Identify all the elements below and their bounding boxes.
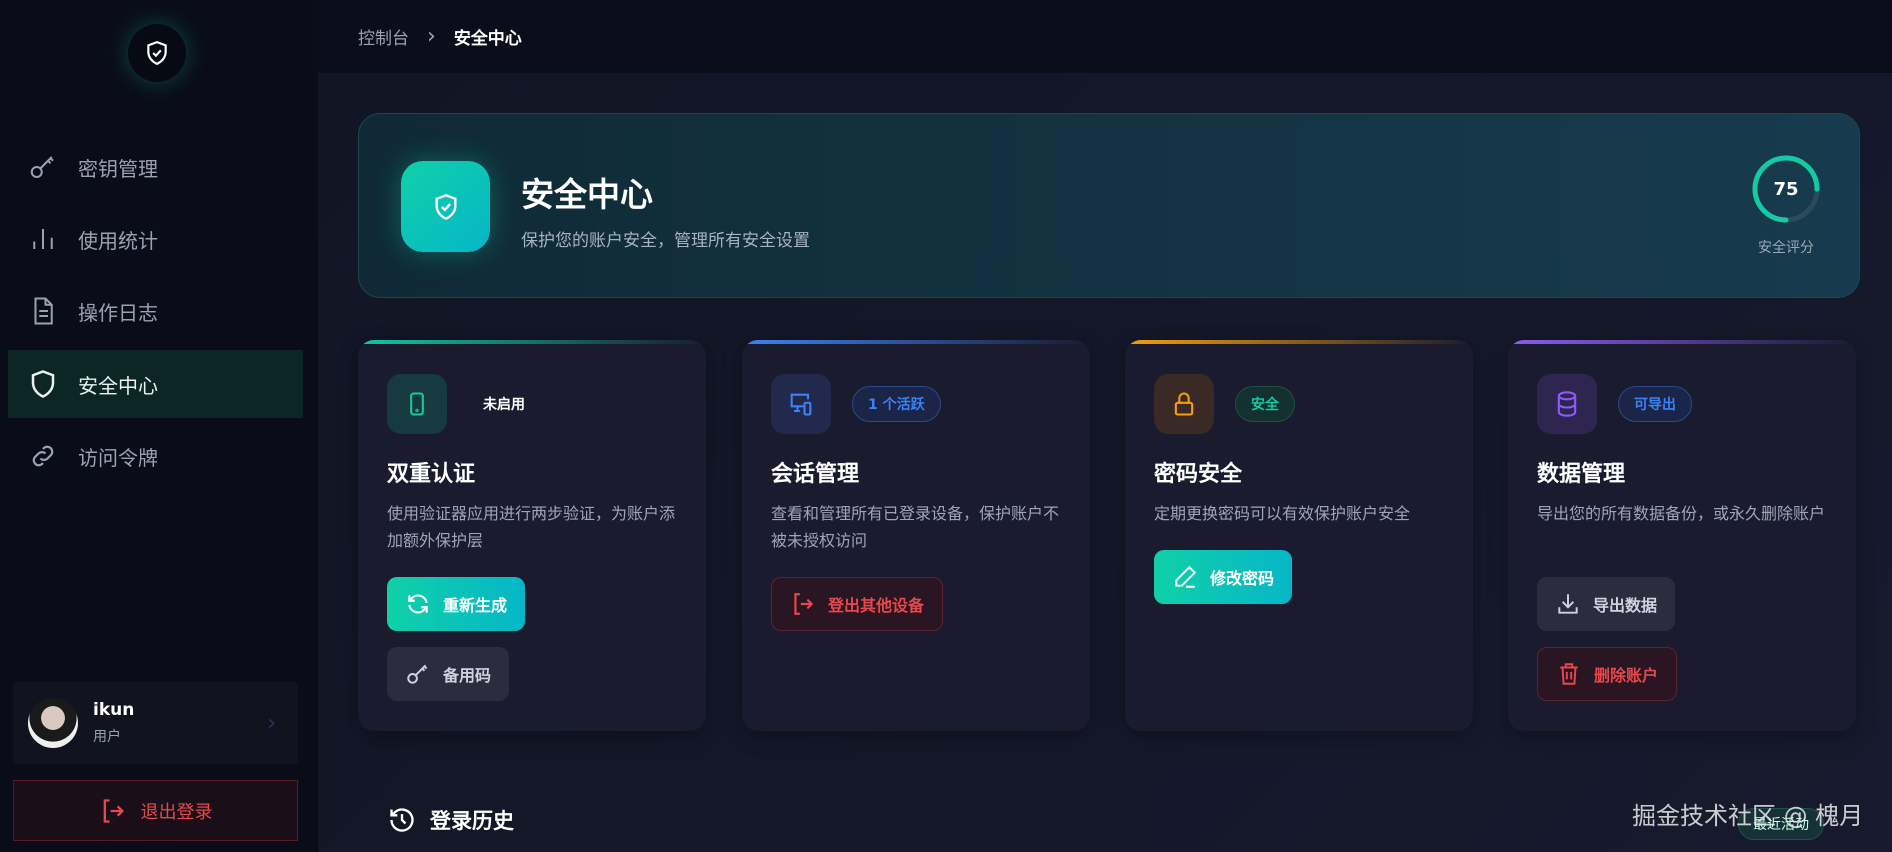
sidebar-item-label: 密钥管理 [78, 156, 158, 181]
breadcrumb-parent[interactable]: 控制台 [358, 24, 409, 49]
sidebar-item-keys[interactable]: 密钥管理 [8, 133, 303, 201]
sidebar-item-label: 操作日志 [78, 300, 158, 325]
status-badge: 安全 [1235, 386, 1295, 422]
breadcrumb: 控制台 › 安全中心 [318, 0, 1892, 73]
security-score-value: 75 [1773, 178, 1799, 200]
sidebar-item-stats[interactable]: 使用统计 [8, 205, 303, 273]
user-card[interactable]: ikun 用户 › [13, 682, 298, 764]
sidebar: 密钥管理 使用统计 操作日志 安全中心 访问令牌 ikun 用户 › 退出登录 [0, 0, 318, 852]
avatar [28, 698, 78, 748]
chevron-right-icon: › [267, 710, 276, 736]
refresh-icon [408, 594, 428, 614]
page-subtitle: 保护您的账户安全，管理所有安全设置 [521, 231, 810, 251]
logout-button[interactable]: 退出登录 [13, 780, 298, 841]
page-title: 安全中心 [521, 175, 653, 214]
export-data-button[interactable]: 导出数据 [1537, 577, 1676, 631]
devices-icon [771, 374, 831, 434]
card-description: 导出您的所有数据备份，或永久删除账户 [1537, 504, 1826, 523]
document-icon [34, 297, 53, 325]
logout-icon [103, 798, 124, 823]
history-icon [390, 808, 414, 832]
status-badge: 可导出 [1618, 386, 1692, 422]
button-label: 备用码 [443, 666, 492, 685]
watermark: 掘金技术社区 @ 槐月 [1632, 802, 1864, 830]
security-score-label: 安全评分 [1758, 240, 1814, 256]
breadcrumb-current: 安全中心 [453, 29, 522, 49]
hero-card: 安全中心 保护您的账户安全，管理所有安全设置 75 安全评分 [358, 113, 1860, 298]
logout-other-devices-button[interactable]: 登出其他设备 [771, 577, 944, 631]
change-password-button[interactable]: 修改密码 [1154, 550, 1293, 604]
button-label: 修改密码 [1210, 569, 1275, 588]
backup-codes-button[interactable]: 备用码 [387, 647, 510, 701]
key-icon [407, 664, 428, 684]
logo-shield-icon [128, 24, 186, 82]
delete-account-button[interactable]: 删除账户 [1537, 647, 1678, 701]
card-title: 数据管理 [1537, 462, 1626, 487]
login-history-heading: 登录历史 [388, 805, 514, 835]
link-icon [32, 445, 54, 467]
card-description: 定期更换密码可以有效保护账户安全 [1154, 504, 1411, 523]
sidebar-item-label: 安全中心 [78, 373, 158, 398]
key-icon [30, 156, 54, 178]
phone-icon [387, 374, 447, 434]
lock-icon [1154, 374, 1214, 434]
section-title: 登录历史 [430, 809, 514, 833]
sidebar-item-tokens[interactable]: 访问令牌 [8, 422, 303, 490]
button-label: 重新生成 [443, 596, 508, 615]
logout-icon [794, 593, 814, 615]
button-label: 导出数据 [1593, 596, 1658, 615]
user-name: ikun [93, 700, 135, 720]
card-password: 安全 密码安全 定期更换密码可以有效保护账户安全 修改密码 [1125, 340, 1473, 731]
sidebar-item-label: 使用统计 [78, 228, 158, 253]
button-label: 登出其他设备 [828, 596, 925, 615]
sidebar-item-label: 访问令牌 [78, 445, 158, 470]
shield-check-icon [401, 161, 490, 252]
card-sessions: 1 个活跃 会话管理 查看和管理所有已登录设备，保护账户不被未授权访问 登出其他… [742, 340, 1090, 731]
button-label: 删除账户 [1594, 666, 1659, 685]
card-title: 会话管理 [771, 462, 860, 487]
bar-chart-icon [33, 229, 53, 249]
status-badge: 未启用 [483, 397, 525, 413]
download-icon [1558, 594, 1578, 614]
chevron-right-icon: › [427, 24, 436, 49]
card-two-factor: 未启用 双重认证 使用验证器应用进行两步验证，为账户添加额外保护层 重新生成 备… [358, 340, 706, 731]
shield-icon [31, 370, 55, 398]
logout-label: 退出登录 [140, 801, 213, 823]
card-description: 查看和管理所有已登录设备，保护账户不被未授权访问 [771, 504, 1060, 550]
trash-icon [1560, 663, 1578, 685]
card-description: 使用验证器应用进行两步验证，为账户添加额外保护层 [387, 504, 676, 550]
status-badge: 1 个活跃 [852, 386, 941, 422]
sidebar-item-logs[interactable]: 操作日志 [8, 277, 303, 345]
database-icon [1537, 374, 1597, 434]
pencil-icon [1175, 565, 1197, 588]
sidebar-item-security[interactable]: 安全中心 [8, 350, 303, 418]
card-title: 密码安全 [1154, 462, 1243, 487]
user-role: 用户 [93, 729, 121, 745]
card-title: 双重认证 [387, 462, 476, 487]
card-data: 可导出 数据管理 导出您的所有数据备份，或永久删除账户 导出数据 删除账户 [1508, 340, 1856, 731]
regenerate-button[interactable]: 重新生成 [387, 577, 526, 631]
